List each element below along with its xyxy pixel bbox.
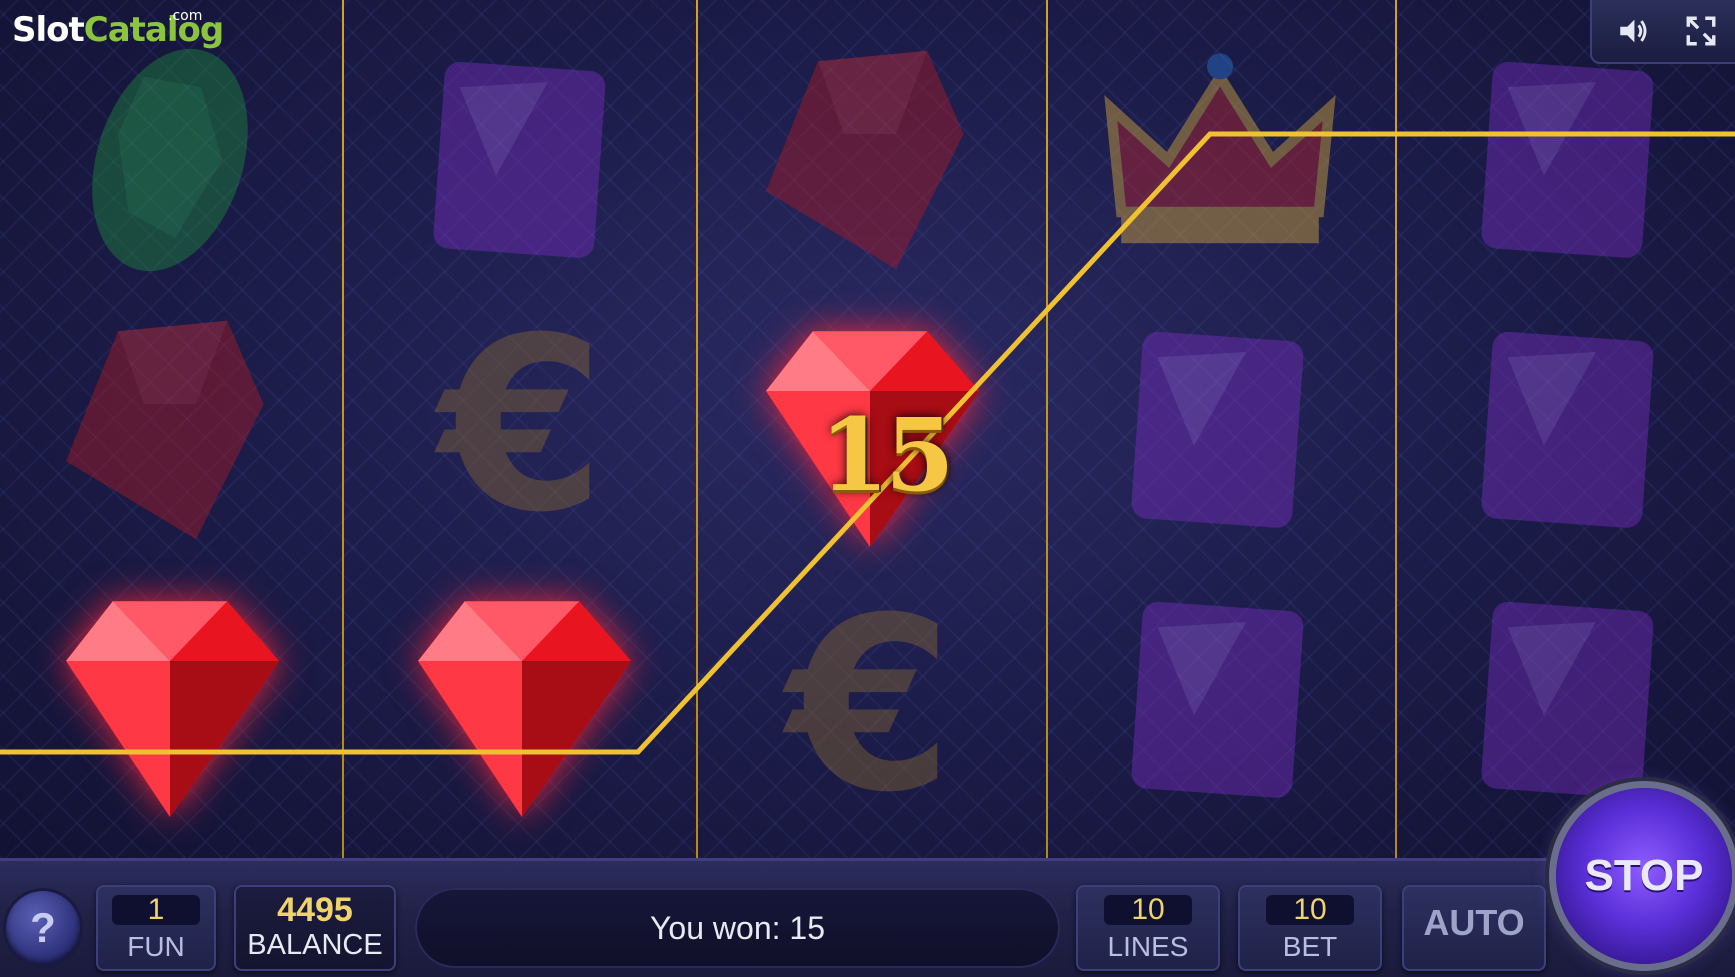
symbol-amethyst xyxy=(1400,290,1735,570)
bet-label: BET xyxy=(1282,931,1338,962)
auto-label: AUTO xyxy=(1423,902,1525,943)
balance-display: 4495 BALANCE xyxy=(234,885,396,971)
lines-control[interactable]: 10 LINES xyxy=(1076,885,1220,971)
slotcatalog-logo: SlotCatalog .com xyxy=(12,8,224,56)
symbol-crown xyxy=(1050,20,1390,300)
symbol-ruby xyxy=(0,290,340,570)
logo-com-text: .com xyxy=(168,8,203,24)
reels-area: € € 15 xyxy=(0,0,1735,858)
reel-divider xyxy=(342,0,344,858)
win-amount-label: 15 xyxy=(819,396,954,514)
symbol-ruby-winning xyxy=(0,560,340,840)
speaker-icon[interactable] xyxy=(1616,14,1650,48)
symbol-ruby xyxy=(700,20,1040,300)
stop-button[interactable]: STOP xyxy=(1556,788,1732,964)
symbol-amethyst xyxy=(1050,290,1390,570)
svg-text:€: € xyxy=(434,300,605,560)
reel-divider xyxy=(1395,0,1397,858)
help-button[interactable]: ? xyxy=(6,891,80,965)
symbol-euro: € xyxy=(700,570,1040,850)
coin-value-control[interactable]: 1 FUN xyxy=(96,885,216,971)
reel-divider xyxy=(1046,0,1048,858)
svg-text:€: € xyxy=(782,580,953,840)
symbol-ruby-winning xyxy=(352,560,692,840)
bet-control[interactable]: 10 BET xyxy=(1238,885,1382,971)
lines-label: LINES xyxy=(1107,931,1189,962)
lines-value: 10 xyxy=(1104,895,1192,925)
balance-value: 4495 xyxy=(277,891,353,929)
fullscreen-icon[interactable] xyxy=(1684,14,1718,48)
symbol-euro: € xyxy=(352,290,692,570)
win-message: You won: 15 xyxy=(415,888,1060,968)
symbol-emerald xyxy=(0,20,340,300)
bottom-control-bar: ? 1 FUN 4495 BALANCE You won: 15 10 LINE… xyxy=(0,858,1735,977)
symbol-amethyst xyxy=(352,20,692,300)
reel-divider xyxy=(696,0,698,858)
balance-label: BALANCE xyxy=(247,929,383,961)
coin-value: 1 xyxy=(112,895,200,925)
bet-value: 10 xyxy=(1266,895,1354,925)
logo-slot-text: Slot xyxy=(12,10,85,50)
game-screen: € € 15 SlotCatalog .com ? 1 FUN 4495 BAL… xyxy=(0,0,1735,977)
top-controls xyxy=(1590,0,1735,64)
auto-spin-button[interactable]: AUTO xyxy=(1402,885,1546,971)
symbol-amethyst xyxy=(1050,560,1390,840)
coin-label: FUN xyxy=(127,931,185,962)
